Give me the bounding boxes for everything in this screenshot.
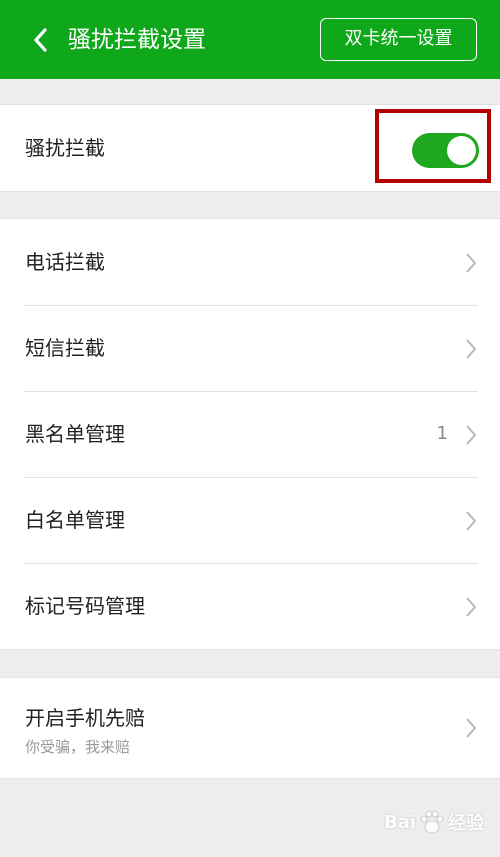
baidu-watermark: Bai 经验 bbox=[384, 800, 494, 844]
toggle-highlight-frame bbox=[375, 109, 491, 183]
chevron-right-icon bbox=[466, 718, 477, 738]
chevron-left-icon bbox=[34, 28, 47, 52]
harassment-block-toggle[interactable] bbox=[412, 133, 479, 168]
compensation-subtitle: 你受骗，我来赔 bbox=[25, 738, 131, 756]
chevron-right-icon bbox=[466, 253, 477, 273]
baidu-paw-icon bbox=[420, 810, 444, 834]
compensation-row[interactable]: 开启手机先赔 你受骗，我来赔 bbox=[0, 678, 500, 778]
app-header: 骚扰拦截设置 双卡统一设置 bbox=[0, 0, 500, 79]
menu-item-label: 黑名单管理 bbox=[25, 422, 125, 446]
menu-item-call-intercept[interactable]: 电话拦截 bbox=[0, 219, 500, 305]
chevron-right-icon bbox=[466, 511, 477, 531]
chevron-right-icon bbox=[466, 425, 477, 445]
menu-item-label: 电话拦截 bbox=[25, 250, 105, 274]
harassment-block-label: 骚扰拦截 bbox=[25, 136, 105, 160]
chevron-right-icon bbox=[466, 597, 477, 617]
menu-item-marked-numbers[interactable]: 标记号码管理 bbox=[0, 563, 500, 649]
toggle-knob bbox=[447, 136, 476, 165]
intercept-menu-section: 电话拦截 短信拦截 黑名单管理 1 白名单管理 标记号码管理 bbox=[0, 218, 500, 650]
page-title: 骚扰拦截设置 bbox=[68, 27, 206, 53]
compensation-title: 开启手机先赔 bbox=[25, 706, 145, 730]
menu-item-whitelist[interactable]: 白名单管理 bbox=[0, 477, 500, 563]
menu-item-label: 白名单管理 bbox=[25, 508, 125, 532]
watermark-brand-left: Bai bbox=[384, 811, 417, 833]
menu-item-label: 短信拦截 bbox=[25, 336, 105, 360]
menu-item-sms-intercept[interactable]: 短信拦截 bbox=[0, 305, 500, 391]
chevron-right-icon bbox=[466, 339, 477, 359]
back-button[interactable] bbox=[26, 22, 54, 58]
compensation-section: 开启手机先赔 你受骗，我来赔 bbox=[0, 677, 500, 779]
menu-item-blacklist[interactable]: 黑名单管理 1 bbox=[0, 391, 500, 477]
watermark-brand-right: 经验 bbox=[448, 813, 485, 834]
blacklist-count: 1 bbox=[436, 423, 448, 444]
menu-item-label: 标记号码管理 bbox=[25, 594, 145, 618]
dual-card-settings-button[interactable]: 双卡统一设置 bbox=[320, 18, 477, 61]
